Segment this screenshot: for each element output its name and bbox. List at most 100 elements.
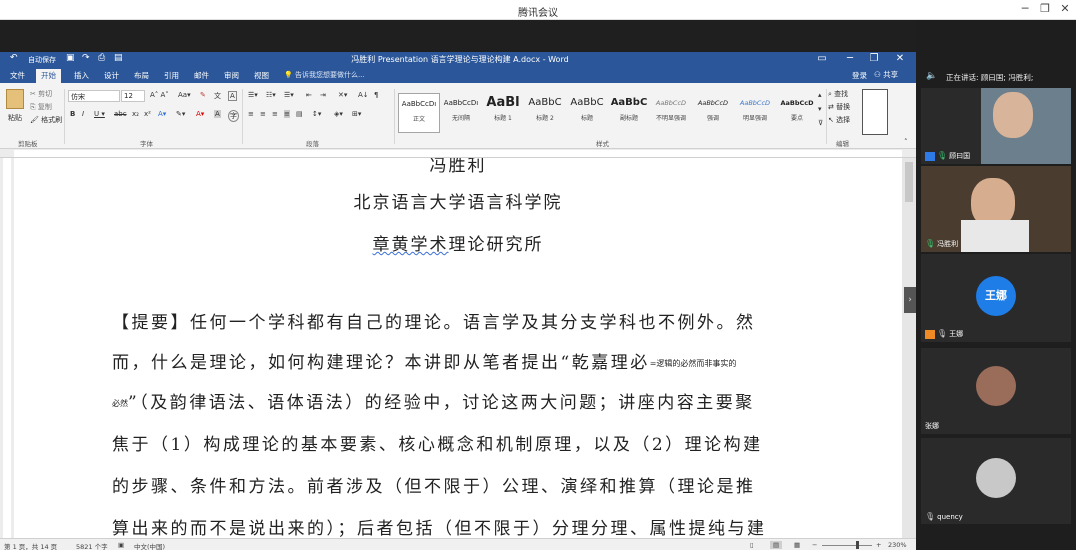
align-left-icon[interactable]: ≡	[248, 110, 254, 118]
zoom-slider[interactable]	[822, 545, 872, 546]
participant-tile[interactable]: 张娜	[921, 348, 1071, 434]
autosave-label[interactable]: 自动保存	[28, 55, 56, 65]
font-size-select[interactable]: 12	[121, 90, 145, 102]
participant-tile[interactable]: 🎙 quency	[921, 438, 1071, 524]
align-right-icon[interactable]: ≡	[272, 110, 278, 118]
zoom-out-icon[interactable]: −	[812, 541, 817, 549]
word-count[interactable]: 5821 个字	[76, 541, 108, 550]
style-normal[interactable]: AaBbCcDı 正文	[398, 93, 440, 133]
italic-icon[interactable]: I	[82, 110, 84, 118]
phonetic-guide-icon[interactable]: 文	[214, 91, 221, 101]
redo-icon[interactable]: ↷	[82, 53, 90, 63]
collapse-ribbon-icon[interactable]: ˄	[904, 138, 908, 146]
participant-tile[interactable]: 🎙 冯胜利	[921, 166, 1071, 252]
vertical-scrollbar[interactable]	[902, 158, 916, 538]
tab-insert[interactable]: 插入	[74, 70, 89, 81]
style-subtle-emphasis[interactable]: AaBbCcD 不明显强调	[650, 93, 692, 133]
distributed-icon[interactable]: ▤	[296, 110, 303, 118]
style-heading-2[interactable]: AaBbC 标题 2	[524, 93, 566, 133]
replace-button[interactable]: ⇄ 替换	[828, 102, 850, 112]
style-subtitle[interactable]: AaBbC 副标题	[608, 93, 650, 133]
clear-format-icon[interactable]: ✎	[200, 91, 206, 99]
tab-references[interactable]: 引用	[164, 70, 179, 81]
line-spacing-icon[interactable]: ↕▾	[312, 110, 321, 118]
underline-icon[interactable]: U ▾	[94, 110, 105, 118]
styles-scroll-down-icon[interactable]: ▾	[818, 105, 822, 113]
multilevel-list-icon[interactable]: ☰▾	[284, 91, 294, 99]
tab-home[interactable]: 开始	[36, 69, 61, 83]
align-center-icon[interactable]: ≡	[260, 110, 266, 118]
style-no-spacing[interactable]: AaBbCcDı 无间隔	[440, 93, 482, 133]
bullets-icon[interactable]: ☰▾	[248, 91, 258, 99]
close-icon[interactable]: ✕	[1058, 2, 1072, 16]
numbering-icon[interactable]: ☷▾	[266, 91, 276, 99]
word-restore-icon[interactable]: ❐	[866, 53, 882, 64]
change-case-icon[interactable]: Aa▾	[178, 91, 191, 99]
select-button[interactable]: ↖ 选择	[828, 115, 850, 125]
enclose-char-icon[interactable]: 字	[228, 110, 239, 122]
zoom-in-icon[interactable]: +	[876, 541, 881, 549]
zoom-level[interactable]: 230%	[888, 541, 907, 549]
borders-icon[interactable]: ⊞▾	[352, 110, 361, 118]
font-color-icon[interactable]: A▾	[196, 110, 204, 118]
panel-collapse-chevron-icon[interactable]: ›	[904, 287, 916, 313]
font-name-select[interactable]: 仿宋	[68, 90, 120, 102]
share-button[interactable]: ⚇ 共享	[874, 69, 898, 80]
grow-font-icon[interactable]: A˄ A˅	[150, 91, 169, 99]
text-effects-icon[interactable]: A▾	[158, 110, 166, 118]
vertical-ruler[interactable]	[0, 158, 14, 538]
paste-label[interactable]: 粘贴	[8, 113, 22, 123]
proofing-icon[interactable]: ▣	[118, 541, 124, 549]
participant-tile[interactable]: 🎙 顾曰国	[921, 88, 1071, 164]
subscript-icon[interactable]: x₂	[132, 110, 139, 118]
style-heading-1[interactable]: AaBl 标题 1	[482, 93, 524, 133]
tab-review[interactable]: 审阅	[224, 70, 239, 81]
open-icon[interactable]: ▤	[114, 53, 123, 63]
read-mode-icon[interactable]: ▯	[750, 541, 754, 549]
horizontal-ruler[interactable]	[0, 149, 916, 158]
show-marks-icon[interactable]: ¶	[374, 91, 378, 99]
paste-icon[interactable]	[6, 89, 24, 109]
styles-more-icon[interactable]: ⊽	[818, 119, 823, 127]
word-close-icon[interactable]: ✕	[892, 53, 908, 64]
tab-file[interactable]: 文件	[10, 70, 25, 81]
document-page[interactable]: 冯胜利 北京语言大学语言科学院 章黄学术理论研究所 【提要】任何一个学科都有自己…	[14, 158, 902, 538]
sort-icon[interactable]: A↓	[358, 91, 369, 99]
participant-tile[interactable]: 王娜 🎙 王娜	[921, 254, 1071, 342]
style-title[interactable]: AaBbC 标题	[566, 93, 608, 133]
decrease-indent-icon[interactable]: ⇤	[306, 91, 312, 99]
copy-button[interactable]: ⎘ 复制	[30, 102, 52, 112]
tab-mailings[interactable]: 邮件	[194, 70, 209, 81]
cut-button[interactable]: ✂ 剪切	[30, 89, 52, 99]
restore-icon[interactable]: ❐	[1038, 2, 1052, 16]
tab-layout[interactable]: 布局	[134, 70, 149, 81]
tab-view[interactable]: 视图	[254, 70, 269, 81]
word-minimize-icon[interactable]: ─	[842, 53, 858, 64]
scrollbar-thumb[interactable]	[905, 162, 913, 202]
style-emphasis[interactable]: AaBbCcD 强调	[692, 93, 734, 133]
style-intense-emphasis[interactable]: AaBbCcD 明显强调	[734, 93, 776, 133]
style-strong[interactable]: AaBbCcD 要点	[776, 93, 818, 133]
format-painter-button[interactable]: 🖌 格式刷	[30, 115, 62, 125]
print-layout-icon[interactable]: ▤	[770, 541, 783, 549]
increase-indent-icon[interactable]: ⇥	[320, 91, 326, 99]
document-area[interactable]: 冯胜利 北京语言大学语言科学院 章黄学术理论研究所 【提要】任何一个学科都有自己…	[14, 158, 902, 538]
print-icon[interactable]: ⎙	[98, 53, 105, 63]
zoom-slider-thumb[interactable]	[856, 541, 859, 549]
login-link[interactable]: 登录	[852, 70, 867, 81]
ribbon-display-icon[interactable]: ▭	[814, 53, 830, 64]
char-border-icon[interactable]: A	[228, 91, 237, 101]
justify-icon[interactable]: ≡	[284, 110, 290, 118]
web-layout-icon[interactable]: ▦	[794, 541, 800, 549]
minimize-icon[interactable]: ─	[1018, 2, 1032, 16]
bold-icon[interactable]: B	[70, 110, 75, 118]
asian-layout-icon[interactable]: ✕▾	[338, 91, 347, 99]
shading-icon[interactable]: ◈▾	[334, 110, 343, 118]
undo-icon[interactable]: ↶	[10, 53, 18, 63]
page-count[interactable]: 第 1 页，共 14 页	[4, 541, 57, 550]
styles-scroll-up-icon[interactable]: ▴	[818, 91, 822, 99]
language-indicator[interactable]: 中文(中国)	[134, 541, 165, 550]
superscript-icon[interactable]: x²	[144, 110, 151, 118]
strikethrough-icon[interactable]: abc	[114, 110, 127, 118]
highlight-icon[interactable]: ✎▾	[176, 110, 185, 118]
